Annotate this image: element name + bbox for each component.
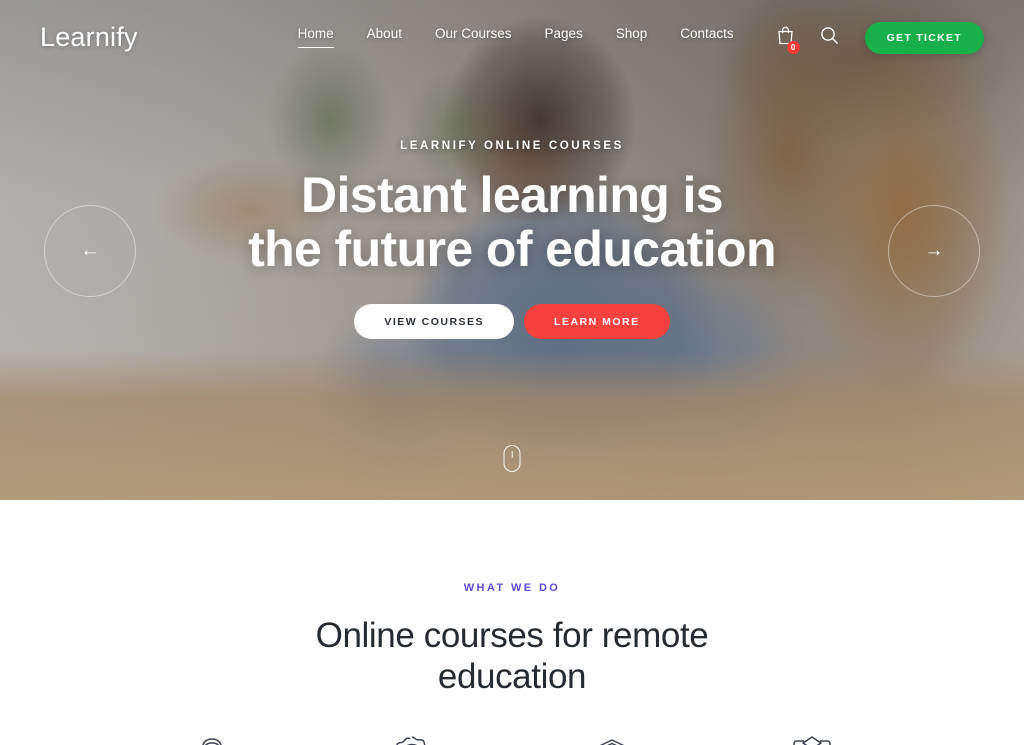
cart-button[interactable]: 0 [777,26,800,54]
what-we-do-section: WHAT WE DO Online courses for remote edu… [0,500,1024,745]
site-header: Learnify Home About Our Courses Pages Sh… [0,0,1024,75]
hero-buttons: VIEW COURSES LEARN MORE [0,304,1024,339]
learn-more-button[interactable]: LEARN MORE [524,304,670,339]
award-badge-star-icon [388,734,436,745]
site-logo[interactable]: Learnify [40,22,138,53]
feature-item-clipboard[interactable] [712,734,912,745]
hero-content: LEARNIFY ONLINE COURSES Distant learning… [0,140,1024,339]
main-navigation: Home About Our Courses Pages Shop Contac… [297,26,734,49]
get-ticket-button[interactable]: GET TICKET [864,21,984,54]
nav-item-about[interactable]: About [367,26,402,49]
clipboard-layers-icon [788,734,836,745]
nav-item-shop[interactable]: Shop [616,26,648,49]
nav-item-pages[interactable]: Pages [544,26,582,49]
section-title-line-1: Online courses for remote [315,616,709,655]
hero-section: Learnify Home About Our Courses Pages Sh… [0,0,1024,500]
feature-item-graduation[interactable] [512,734,712,745]
search-button[interactable] [820,26,839,50]
slider-prev-arrow-icon[interactable]: ← [44,205,136,297]
cart-count-badge: 0 [786,40,800,54]
feature-item-award[interactable] [312,734,512,745]
graduation-cap-icon [586,734,638,745]
nav-item-home[interactable]: Home [297,26,334,49]
search-icon [820,26,839,50]
section-title-line-2: education [437,656,587,696]
scroll-mouse-icon[interactable] [503,445,521,472]
hero-eyebrow: LEARNIFY ONLINE COURSES [400,140,624,152]
section-title: Online courses for remote education [0,616,1024,698]
hero-title: Distant learning is the future of educat… [0,168,1024,276]
feature-icon-row [0,734,1024,745]
nav-item-contacts[interactable]: Contacts [680,26,733,49]
view-courses-button[interactable]: VIEW COURSES [354,304,515,339]
slider-next-arrow-icon[interactable]: → [888,205,980,297]
hero-title-line-2: the future of education [248,221,776,277]
feature-item-teacher[interactable] [112,734,312,745]
section-eyebrow: WHAT WE DO [463,582,561,594]
hero-title-line-1: Distant learning is [300,167,724,223]
nav-item-our-courses[interactable]: Our Courses [435,26,512,49]
teacher-person-icon [188,734,236,745]
header-actions: 0 GET TICKET [777,21,984,54]
